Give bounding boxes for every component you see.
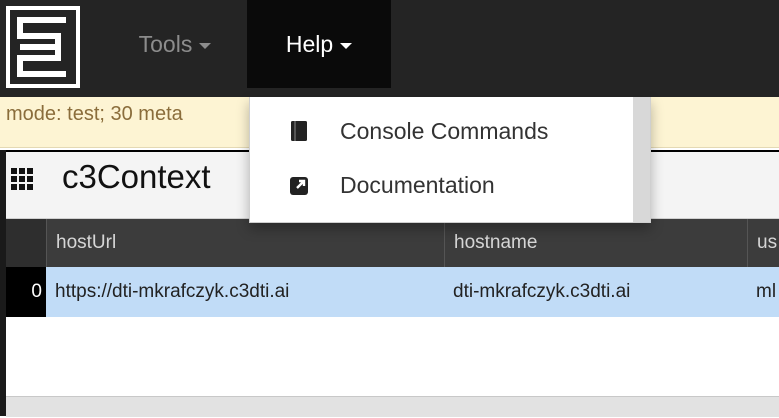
dropdown-scrollbar[interactable] (633, 97, 650, 222)
book-icon (291, 121, 307, 141)
row-index: 0 (6, 267, 46, 317)
help-menu-toggle[interactable]: Help (247, 0, 391, 88)
mode-status-text: mode: test; 30 meta (6, 103, 183, 125)
menu-item-label: Console Commands (340, 118, 549, 144)
column-header-user[interactable]: us (747, 219, 779, 267)
help-menu-label: Help (285, 31, 334, 57)
panel-title: c3Context (62, 158, 211, 195)
table-row[interactable]: 0 https://dti-mkrafczyk.c3dti.ai dti-mkr… (6, 267, 779, 317)
external-link-icon (290, 177, 308, 195)
caret-down-icon (340, 42, 353, 49)
menu-item-console-commands[interactable]: Console Commands (250, 106, 635, 156)
column-header-hostname[interactable]: hostname (444, 219, 747, 267)
column-header-hosturl[interactable]: hostUrl (46, 219, 444, 267)
c3-logo-icon[interactable] (6, 6, 80, 88)
grid-icon (11, 168, 33, 190)
cell-hostname[interactable]: dti-mkrafczyk.c3dti.ai (444, 267, 747, 317)
help-dropdown-menu: Console Commands Documentation (249, 97, 651, 223)
top-navbar: Tools Help (0, 0, 779, 97)
column-header-index (6, 219, 46, 267)
caret-down-icon (199, 42, 212, 49)
tools-menu-toggle[interactable]: Tools (110, 0, 240, 88)
cell-user[interactable]: ml (747, 267, 779, 317)
cell-hosturl[interactable]: https://dti-mkrafczyk.c3dti.ai (46, 267, 444, 317)
menu-item-label: Documentation (340, 172, 495, 198)
tools-menu-label: Tools (138, 31, 193, 57)
table-header: hostUrl hostname us (6, 219, 779, 267)
horizontal-scrollbar[interactable] (6, 396, 779, 417)
menu-item-documentation[interactable]: Documentation (250, 160, 635, 210)
